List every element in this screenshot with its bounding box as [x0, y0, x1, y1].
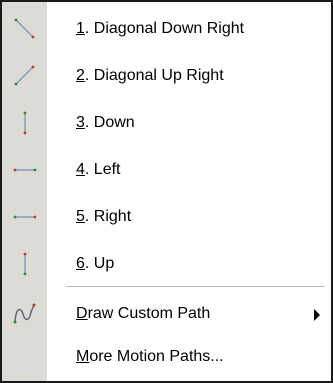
up-icon	[2, 241, 47, 288]
menu-item-label: Draw Custom Path	[76, 305, 211, 322]
menu-item-draw-custom-path[interactable]: Draw Custom Path	[2, 291, 331, 338]
menu-item-diagonal-down-right[interactable]: 1. Diagonal Down Right	[2, 6, 331, 53]
menu-item-label: More Motion Paths...	[76, 348, 224, 365]
menu-item-label: 2. Diagonal Up Right	[76, 67, 224, 84]
menu-item-right[interactable]: 5. Right	[2, 194, 331, 241]
menu-item-label: 6. Up	[76, 255, 115, 272]
menu-item-label: 3. Down	[76, 114, 135, 131]
menu-item-label: 1. Diagonal Down Right	[76, 20, 245, 37]
menu-item-up[interactable]: 6. Up	[2, 241, 331, 288]
submenu-arrow-icon	[314, 309, 320, 321]
menu-item-left[interactable]: 4. Left	[2, 147, 331, 194]
menu-item-label: 4. Left	[76, 161, 121, 178]
diagonal-down-right-icon	[2, 6, 47, 53]
down-icon	[2, 100, 47, 147]
menu-item-diagonal-up-right[interactable]: 2. Diagonal Up Right	[2, 53, 331, 100]
right-icon	[2, 194, 47, 241]
menu-item-label: 5. Right	[76, 208, 132, 225]
menu-item-more-motion-paths[interactable]: More Motion Paths...	[2, 334, 331, 381]
menu-separator	[66, 286, 325, 287]
left-icon	[2, 147, 47, 194]
diagonal-up-right-icon	[2, 53, 47, 100]
motion-paths-menu: 1. Diagonal Down Right 2. Diagonal Up Ri…	[0, 0, 333, 383]
menu-item-down[interactable]: 3. Down	[2, 100, 331, 147]
custom-path-icon	[2, 291, 47, 338]
